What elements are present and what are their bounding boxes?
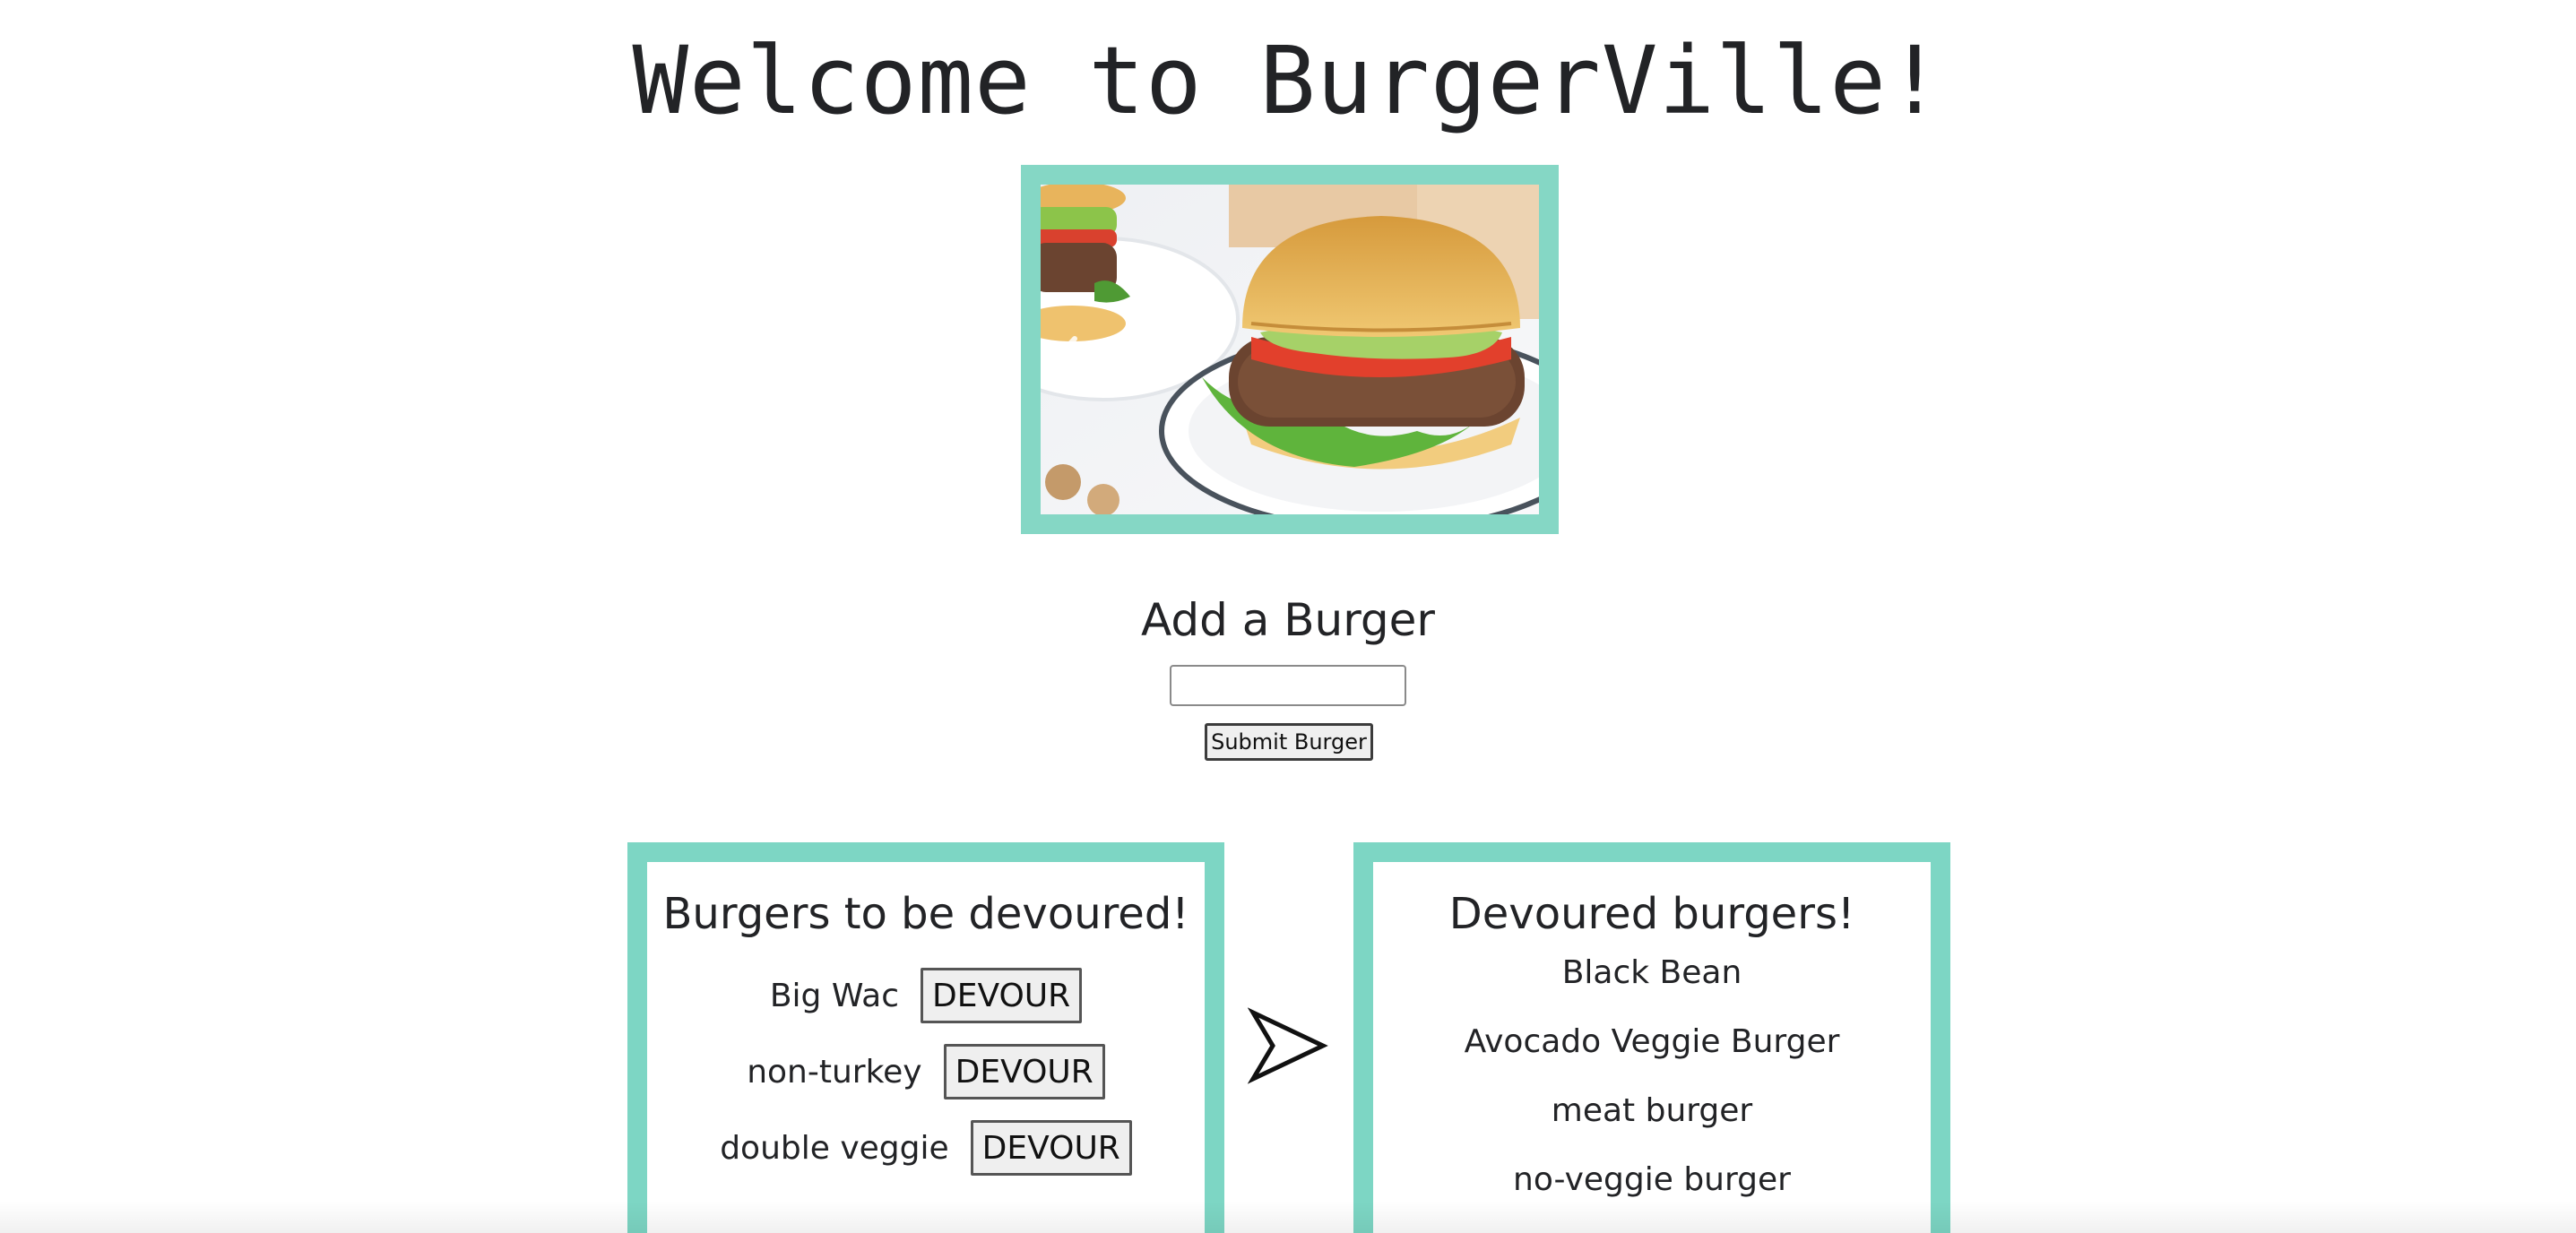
- to-devour-list: Big Wac DEVOUR non-turkey DEVOUR double …: [647, 968, 1205, 1196]
- list-item: Big Wac DEVOUR: [647, 968, 1205, 1023]
- burger-name: non-turkey: [747, 1053, 922, 1091]
- chevron-left-icon[interactable]: [1051, 328, 1087, 373]
- list-item: meat burger: [1551, 1092, 1753, 1129]
- list-item: Black Bean: [1561, 954, 1742, 991]
- page-title: Welcome to BurgerVille!: [632, 26, 1944, 135]
- burger-name: double veggie: [720, 1129, 949, 1167]
- devoured-title: Devoured burgers!: [1448, 889, 1855, 939]
- burger-name-input[interactable]: [1170, 665, 1406, 706]
- burger-name: Big Wac: [769, 977, 899, 1014]
- add-burger-heading: Add a Burger: [1141, 594, 1435, 646]
- devour-button[interactable]: DEVOUR: [920, 968, 1083, 1023]
- list-item: double veggie DEVOUR: [647, 1120, 1205, 1176]
- burger-carousel[interactable]: [1021, 165, 1559, 534]
- to-devour-title: Burgers to be devoured!: [662, 889, 1189, 939]
- submit-burger-button[interactable]: Submit Burger: [1205, 723, 1373, 761]
- devour-button[interactable]: DEVOUR: [970, 1120, 1132, 1176]
- send-arrow-icon: [1248, 1007, 1328, 1084]
- devour-button[interactable]: DEVOUR: [943, 1044, 1105, 1099]
- list-item: no-veggie burger: [1513, 1161, 1791, 1198]
- burger-image: [1041, 185, 1539, 514]
- list-item: Avocado Veggie Burger: [1464, 1023, 1840, 1060]
- scroll-shadow: [0, 1201, 2576, 1233]
- to-devour-panel: Burgers to be devoured! Big Wac DEVOUR n…: [627, 842, 1224, 1233]
- devoured-list: Black Bean Avocado Veggie Burger meat bu…: [1373, 952, 1931, 1228]
- list-item: non-turkey DEVOUR: [647, 1044, 1205, 1099]
- devoured-panel: Devoured burgers! Black Bean Avocado Veg…: [1353, 842, 1950, 1233]
